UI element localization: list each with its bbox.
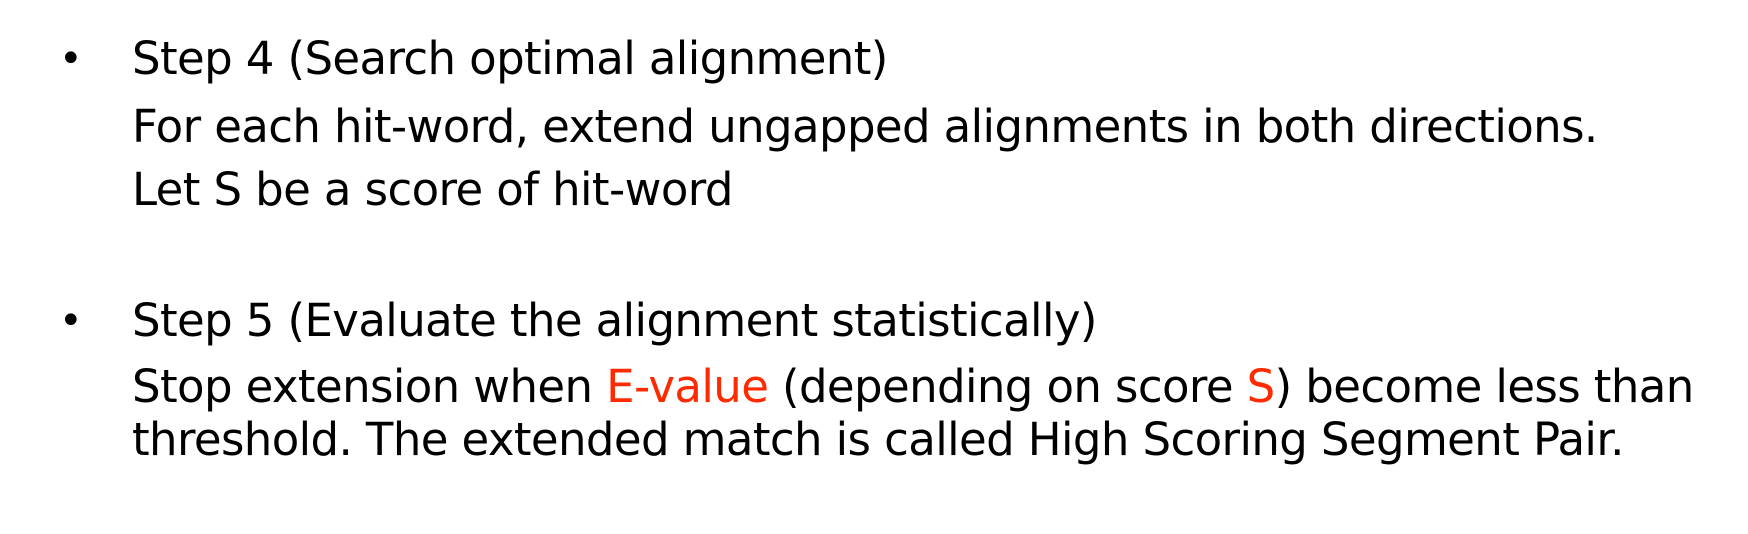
step-5-description-line-1: Stop extension when E-value (depending o… xyxy=(132,357,1694,417)
slide: • Step 4 (Search optimal alignment) For … xyxy=(0,0,1748,534)
text-segment: ) become less than xyxy=(1274,360,1695,413)
step-5-heading: Step 5 (Evaluate the alignment statistic… xyxy=(132,294,1097,347)
bullet-dot: • xyxy=(59,36,83,82)
bullet-dot: • xyxy=(59,298,83,344)
text-segment: Stop extension when xyxy=(132,360,607,413)
text-segment: (depending on score xyxy=(768,360,1247,413)
step-4-description-line-1: For each hit-word, extend ungapped align… xyxy=(132,100,1598,153)
step-4-heading: Step 4 (Search optimal alignment) xyxy=(132,32,888,85)
e-value-highlight: E-value xyxy=(606,360,769,413)
step-4-description-line-2: Let S be a score of hit-word xyxy=(132,163,733,216)
score-s-highlight: S xyxy=(1246,360,1276,413)
step-5-description-line-2: threshold. The extended match is called … xyxy=(132,413,1624,466)
